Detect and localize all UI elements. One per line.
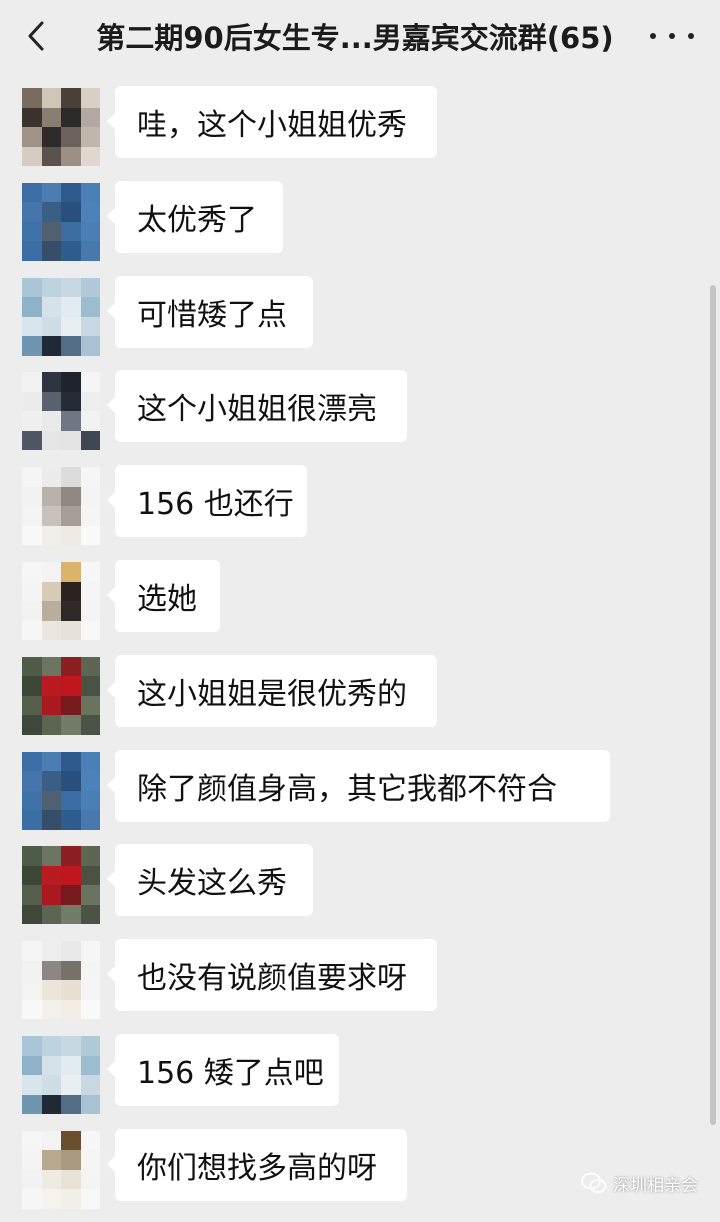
avatar[interactable] (22, 372, 100, 451)
ellipsis-icon (650, 33, 656, 39)
message-row: 哇，这个小姐姐优秀 (0, 72, 720, 166)
avatar[interactable] (22, 88, 100, 166)
wechat-logo-icon (581, 1172, 607, 1193)
message-bubble[interactable]: 头发这么秀 (107, 844, 313, 917)
message-row: 也没有说颜值要求呀 (0, 925, 720, 1020)
avatar[interactable] (22, 277, 100, 356)
scrollbar[interactable] (710, 285, 716, 1125)
avatar[interactable] (22, 1036, 100, 1114)
account-watermark: 深圳相亲会 (581, 1168, 698, 1198)
message-row: 选她 (0, 546, 720, 640)
message-bubble[interactable]: 你们想找多高的呀 (107, 1128, 407, 1201)
avatar[interactable] (22, 941, 100, 1020)
chat-title: 第二期90后女生专...男嘉宾交流群(65) (96, 21, 614, 55)
message-bubble[interactable]: 哇，这个小姐姐优秀 (107, 86, 437, 158)
ellipsis-dot (669, 33, 675, 39)
message-list[interactable]: 哇，这个小姐姐优秀 太优秀了可惜矮了点这个小姐姐很漂亮 156 也还行 选她这小姐姐是… (0, 72, 720, 1222)
ellipsis-dot (688, 33, 694, 39)
message-row: 156 也还行 (0, 451, 720, 546)
avatar[interactable] (22, 562, 100, 640)
message-row: 太优秀了 (0, 167, 720, 261)
message-row: 这个小姐姐很漂亮 (0, 356, 720, 451)
message-bubble[interactable]: 156 矮了点吧 (107, 1034, 339, 1106)
message-bubble[interactable]: 也没有说颜值要求呀 (107, 939, 437, 1012)
message-bubble[interactable]: 这小姐姐是很优秀的 (107, 654, 437, 727)
more-options-button[interactable] (650, 20, 694, 52)
message-bubble[interactable]: 可惜矮了点 (107, 275, 313, 348)
message-bubble[interactable]: 选她 (107, 560, 220, 632)
chevron-left-icon (28, 21, 44, 51)
watermark-text: 深圳相亲会 (613, 1175, 698, 1196)
message-row: 这小姐姐是很优秀的 (0, 641, 720, 735)
avatar[interactable] (22, 1130, 100, 1209)
avatar[interactable] (22, 656, 100, 735)
message-row: 除了颜值身高，其它我都不符合 (0, 736, 720, 830)
avatar[interactable] (22, 467, 100, 546)
avatar[interactable] (22, 846, 100, 925)
message-row: 头发这么秀 (0, 830, 720, 925)
message-row: 156 矮了点吧 (0, 1020, 720, 1114)
message-bubble[interactable]: 太优秀了 (107, 180, 283, 253)
message-bubble[interactable]: 除了颜值身高，其它我都不符合 (107, 749, 610, 822)
message-bubble[interactable]: 这个小姐姐很漂亮 (107, 370, 407, 443)
chat-header: 第二期90后女生专...男嘉宾交流群(65) (0, 0, 720, 72)
back-button[interactable] (20, 20, 52, 52)
message-bubble[interactable]: 156 也还行 (107, 465, 307, 538)
avatar[interactable] (22, 751, 100, 830)
avatar[interactable] (22, 182, 100, 261)
message-row: 可惜矮了点 (0, 262, 720, 356)
